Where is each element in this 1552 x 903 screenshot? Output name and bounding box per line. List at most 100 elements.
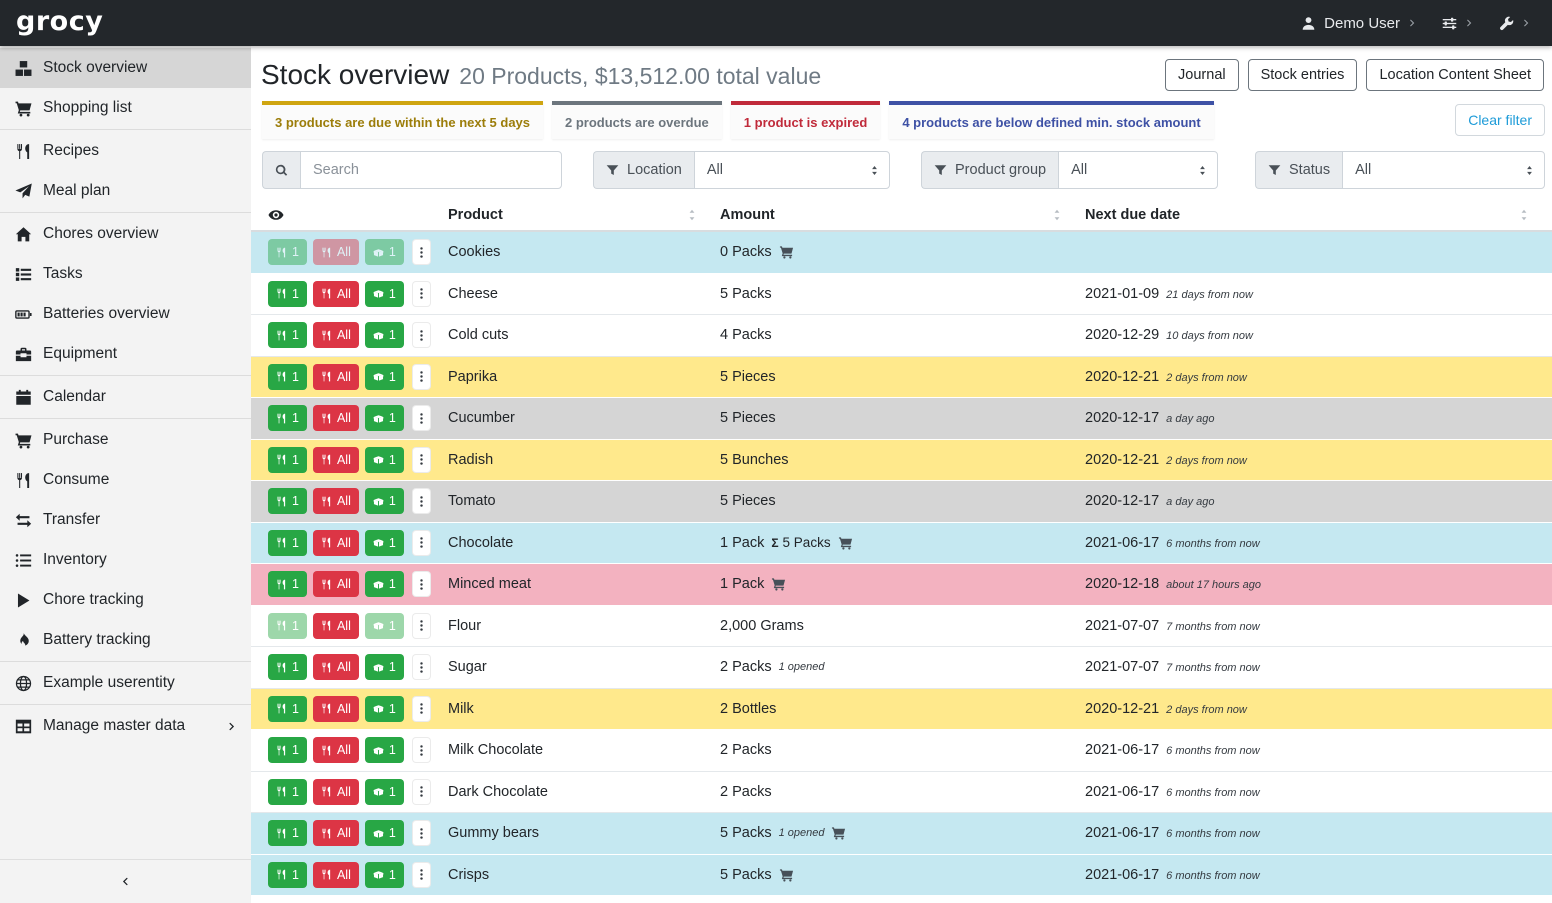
consume-all-button[interactable]: All bbox=[313, 696, 359, 722]
open-one-button[interactable]: 1 bbox=[365, 447, 404, 473]
consume-all-button[interactable]: All bbox=[313, 737, 359, 763]
sidebar-item-stock-overview[interactable]: Stock overview bbox=[0, 48, 251, 88]
product-name[interactable]: Minced meat bbox=[448, 576, 720, 592]
clear-filter-button[interactable]: Clear filter bbox=[1455, 104, 1545, 136]
status-select[interactable]: All bbox=[1342, 151, 1545, 189]
open-one-button[interactable]: 1 bbox=[365, 239, 404, 265]
status-banner[interactable]: 2 products are overdue bbox=[552, 101, 722, 139]
consume-all-button[interactable]: All bbox=[313, 779, 359, 805]
sidebar-item-calendar[interactable]: Calendar bbox=[0, 377, 251, 417]
sidebar-item-transfer[interactable]: Transfer bbox=[0, 500, 251, 540]
open-one-button[interactable]: 1 bbox=[365, 696, 404, 722]
product-name[interactable]: Paprika bbox=[448, 369, 720, 385]
sidebar-item-meal-plan[interactable]: Meal plan bbox=[0, 171, 251, 211]
consume-one-button[interactable]: 1 bbox=[268, 613, 307, 639]
location-content-sheet-button[interactable]: Location Content Sheet bbox=[1366, 59, 1544, 91]
product-name[interactable]: Chocolate bbox=[448, 535, 720, 551]
consume-one-button[interactable]: 1 bbox=[268, 405, 307, 431]
consume-all-button[interactable]: All bbox=[313, 571, 359, 597]
open-one-button[interactable]: 1 bbox=[365, 862, 404, 888]
product-name[interactable]: Dark Chocolate bbox=[448, 784, 720, 800]
consume-all-button[interactable]: All bbox=[313, 488, 359, 514]
consume-all-button[interactable]: All bbox=[313, 654, 359, 680]
open-one-button[interactable]: 1 bbox=[365, 820, 404, 846]
row-menu-button[interactable] bbox=[412, 530, 431, 556]
consume-all-button[interactable]: All bbox=[313, 862, 359, 888]
column-label-due[interactable]: Next due date bbox=[1085, 207, 1180, 223]
product-name[interactable]: Cold cuts bbox=[448, 327, 720, 343]
search-input[interactable] bbox=[300, 151, 562, 189]
row-menu-button[interactable] bbox=[412, 654, 431, 680]
open-one-button[interactable]: 1 bbox=[365, 405, 404, 431]
consume-one-button[interactable]: 1 bbox=[268, 447, 307, 473]
eye-icon[interactable] bbox=[268, 207, 284, 223]
consume-all-button[interactable]: All bbox=[313, 364, 359, 390]
consume-one-button[interactable]: 1 bbox=[268, 862, 307, 888]
sort-icon[interactable] bbox=[686, 208, 698, 222]
sidebar-item-equipment[interactable]: Equipment bbox=[0, 334, 251, 374]
consume-all-button[interactable]: All bbox=[313, 239, 359, 265]
user-menu[interactable]: Demo User bbox=[1301, 15, 1416, 32]
sidebar-item-batteries-overview[interactable]: Batteries overview bbox=[0, 294, 251, 334]
row-menu-button[interactable] bbox=[412, 364, 431, 390]
consume-all-button[interactable]: All bbox=[313, 405, 359, 431]
row-menu-button[interactable] bbox=[412, 322, 431, 348]
consume-one-button[interactable]: 1 bbox=[268, 696, 307, 722]
open-one-button[interactable]: 1 bbox=[365, 281, 404, 307]
sort-icon[interactable] bbox=[1051, 208, 1063, 222]
journal-button[interactable]: Journal bbox=[1165, 59, 1239, 91]
row-menu-button[interactable] bbox=[412, 405, 431, 431]
consume-one-button[interactable]: 1 bbox=[268, 239, 307, 265]
sidebar-collapse-button[interactable] bbox=[0, 859, 251, 903]
row-menu-button[interactable] bbox=[412, 488, 431, 514]
product-name[interactable]: Flour bbox=[448, 618, 720, 634]
consume-one-button[interactable]: 1 bbox=[268, 654, 307, 680]
stock-entries-button[interactable]: Stock entries bbox=[1248, 59, 1358, 91]
product-name[interactable]: Cookies bbox=[448, 244, 720, 260]
product-name[interactable]: Gummy bears bbox=[448, 825, 720, 841]
consume-all-button[interactable]: All bbox=[313, 281, 359, 307]
consume-one-button[interactable]: 1 bbox=[268, 281, 307, 307]
consume-one-button[interactable]: 1 bbox=[268, 779, 307, 805]
sidebar-item-purchase[interactable]: Purchase bbox=[0, 420, 251, 460]
status-banner[interactable]: 1 product is expired bbox=[731, 101, 881, 139]
admin-menu[interactable] bbox=[1499, 16, 1530, 31]
product-name[interactable]: Cucumber bbox=[448, 410, 720, 426]
settings-menu[interactable] bbox=[1442, 16, 1473, 31]
product-name[interactable]: Radish bbox=[448, 452, 720, 468]
consume-all-button[interactable]: All bbox=[313, 530, 359, 556]
consume-one-button[interactable]: 1 bbox=[268, 737, 307, 763]
product-name[interactable]: Milk bbox=[448, 701, 720, 717]
consume-all-button[interactable]: All bbox=[313, 447, 359, 473]
sidebar-item-shopping-list[interactable]: Shopping list bbox=[0, 88, 251, 128]
sidebar-item-example-userentity[interactable]: Example userentity bbox=[0, 663, 251, 703]
row-menu-button[interactable] bbox=[412, 696, 431, 722]
sort-icon[interactable] bbox=[1518, 208, 1530, 222]
consume-all-button[interactable]: All bbox=[313, 820, 359, 846]
consume-one-button[interactable]: 1 bbox=[268, 530, 307, 556]
open-one-button[interactable]: 1 bbox=[365, 322, 404, 348]
consume-one-button[interactable]: 1 bbox=[268, 571, 307, 597]
status-banner[interactable]: 3 products are due within the next 5 day… bbox=[262, 101, 543, 139]
open-one-button[interactable]: 1 bbox=[365, 737, 404, 763]
product-group-select[interactable]: All bbox=[1058, 151, 1218, 189]
open-one-button[interactable]: 1 bbox=[365, 530, 404, 556]
consume-all-button[interactable]: All bbox=[313, 613, 359, 639]
status-banner[interactable]: 4 products are below defined min. stock … bbox=[889, 101, 1213, 139]
column-label-amount[interactable]: Amount bbox=[720, 207, 775, 223]
sidebar-item-consume[interactable]: Consume bbox=[0, 460, 251, 500]
row-menu-button[interactable] bbox=[412, 862, 431, 888]
product-name[interactable]: Milk Chocolate bbox=[448, 742, 720, 758]
consume-one-button[interactable]: 1 bbox=[268, 488, 307, 514]
consume-all-button[interactable]: All bbox=[313, 322, 359, 348]
open-one-button[interactable]: 1 bbox=[365, 364, 404, 390]
open-one-button[interactable]: 1 bbox=[365, 779, 404, 805]
product-name[interactable]: Tomato bbox=[448, 493, 720, 509]
open-one-button[interactable]: 1 bbox=[365, 571, 404, 597]
row-menu-button[interactable] bbox=[412, 239, 431, 265]
open-one-button[interactable]: 1 bbox=[365, 654, 404, 680]
sidebar-item-battery-tracking[interactable]: Battery tracking bbox=[0, 620, 251, 660]
sidebar-item-manage-master-data[interactable]: Manage master data bbox=[0, 706, 251, 746]
sidebar-item-recipes[interactable]: Recipes bbox=[0, 131, 251, 171]
column-label-product[interactable]: Product bbox=[448, 207, 503, 223]
